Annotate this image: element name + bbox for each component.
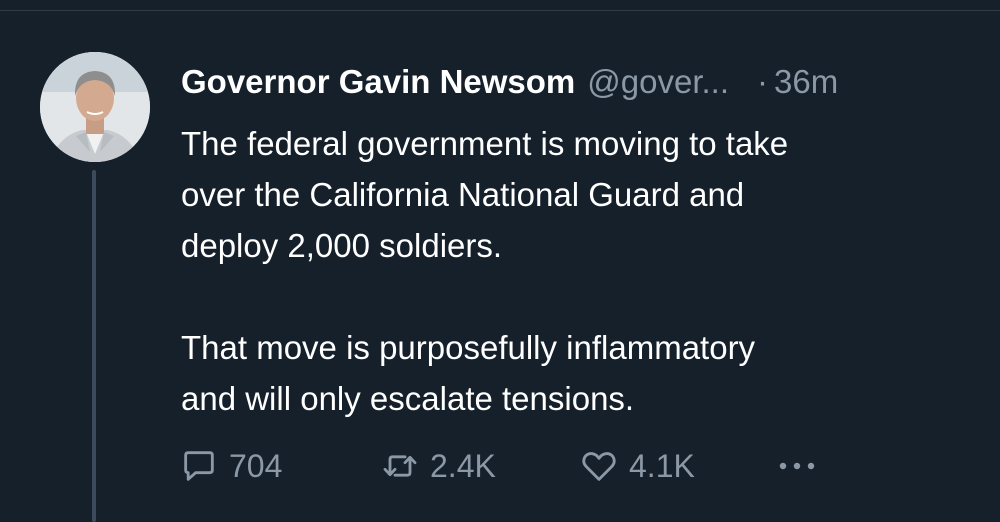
avatar-photo — [40, 52, 150, 162]
author-handle[interactable]: @gover... — [587, 63, 729, 101]
tweet-actions: 704 2.4K 4.1K — [179, 444, 839, 488]
like-button[interactable]: 4.1K — [579, 444, 695, 488]
retweet-arrows-icon — [383, 455, 417, 477]
reply-count: 704 — [229, 447, 283, 484]
author-name[interactable]: Governor Gavin Newsom — [181, 63, 575, 101]
retweet-button[interactable]: 2.4K — [380, 444, 496, 488]
speech-bubble-icon — [184, 451, 214, 481]
more-button[interactable] — [775, 444, 829, 488]
thread-line — [92, 170, 96, 522]
tweet-header: Governor Gavin Newsom @gover... · 36m — [181, 60, 971, 104]
like-count: 4.1K — [629, 447, 695, 484]
tweet-text: The federal government is moving to take… — [181, 125, 789, 417]
heart-icon — [582, 452, 616, 481]
more-dots-icon — [779, 462, 815, 470]
reply-button[interactable]: 704 — [179, 444, 282, 488]
retweet-count: 2.4K — [430, 447, 496, 484]
tweet-timestamp[interactable]: 36m — [774, 63, 838, 101]
top-divider — [0, 10, 1000, 11]
avatar[interactable] — [40, 52, 150, 162]
header-separator: · — [757, 63, 769, 100]
